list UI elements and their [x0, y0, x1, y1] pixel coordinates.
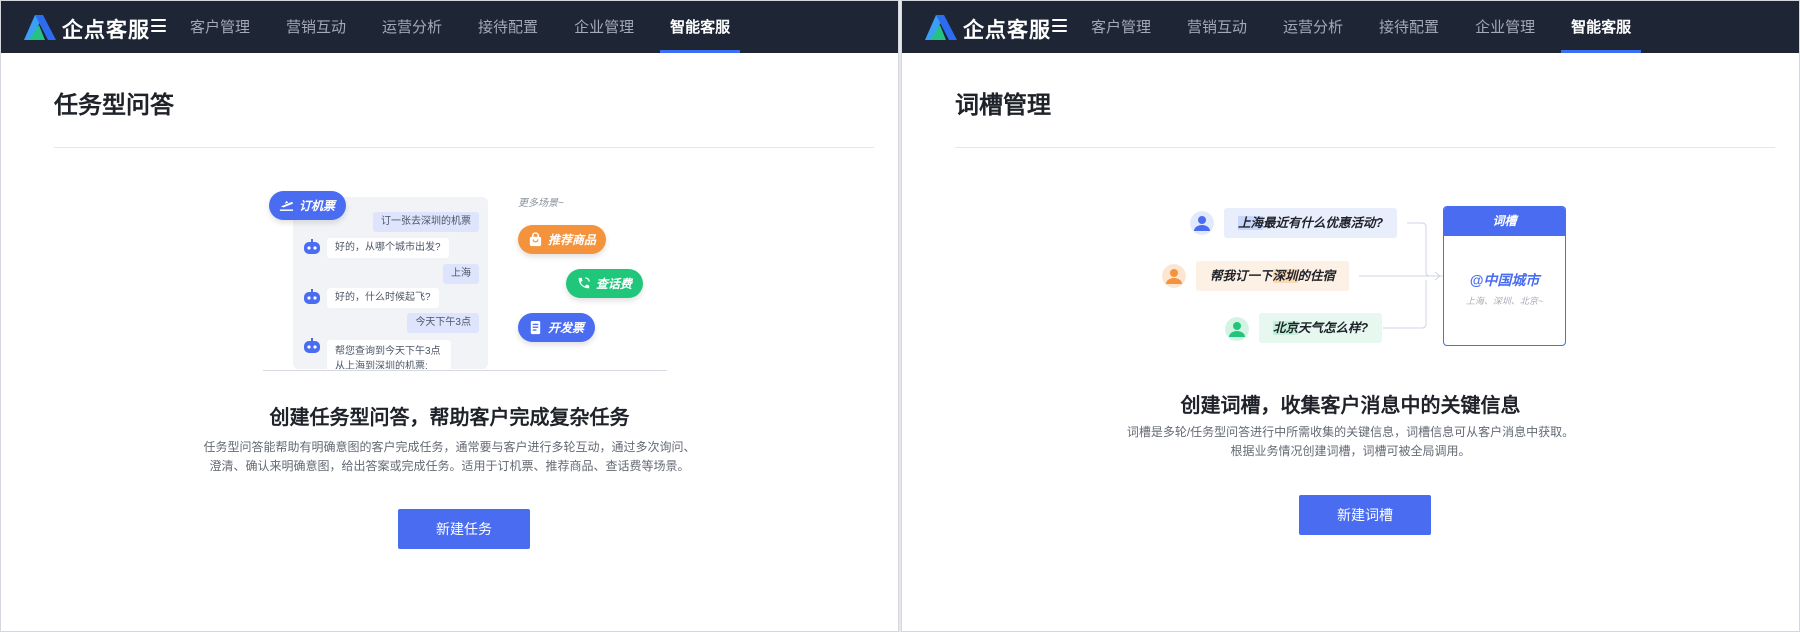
main-nav: 客户管理 营销互动 运营分析 接待配置 企业管理 智能客服 — [190, 1, 766, 53]
customer-avatar-icon — [1162, 264, 1186, 288]
robot-icon — [304, 289, 320, 304]
brand-name: 企点客服 — [62, 19, 150, 42]
user-bubble: 今天下午3点 — [407, 313, 479, 333]
question-text: 天气怎么样? — [1298, 321, 1369, 335]
bot-bubble: 好的，从哪个城市出发? — [327, 238, 449, 258]
question-text: 帮我订一下 — [1210, 269, 1273, 283]
more-scenes-label: 更多场景~ — [518, 198, 564, 209]
feature-description: 任务型问答能帮助有明确意图的客户完成任务，通常要与客户进行多轮互动，通过多次询问… — [1, 438, 898, 476]
invoice-icon — [530, 320, 541, 335]
description-line: 澄清、确认来明确意图，给出答案或完成任务。适用于订机票、推荐商品、查话费等场景。 — [209, 459, 690, 473]
question-bubble: 上海最近有什么优惠活动? — [1224, 208, 1398, 238]
question-bubble: 北京天气怎么样? — [1259, 313, 1383, 343]
user-bubble: 上海 — [443, 264, 479, 284]
customer-avatar-icon — [1190, 211, 1214, 235]
screenshot-stage: 企点客服 客户管理 营销互动 运营分析 接待配置 企业管理 智能客服 任务型问答… — [0, 0, 1800, 632]
nav-enterprise-management[interactable]: 企业管理 — [574, 1, 634, 53]
recommend-product-label: 推荐商品 — [548, 233, 597, 247]
book-flight-label: 订机票 — [299, 199, 336, 213]
slot-management-window: 企点客服 客户管理 营销互动 运营分析 接待配置 企业管理 智能客服 词槽管理 … — [901, 0, 1800, 632]
nav-operations-analysis[interactable]: 运营分析 — [382, 1, 442, 53]
slot-name: @中国城市 — [1469, 272, 1540, 288]
customer-avatar-icon — [1225, 317, 1249, 341]
page-title: 任务型问答 — [54, 92, 174, 119]
illustration-baseline — [263, 370, 667, 371]
title-divider — [54, 147, 874, 148]
slot-highlight: 上海 — [1238, 216, 1264, 230]
issue-invoice-pill: 开发票 — [518, 313, 595, 342]
feature-headline: 创建任务型问答，帮助客户完成复杂任务 — [269, 407, 630, 429]
phone-icon — [578, 277, 590, 289]
airplane-icon — [279, 200, 294, 211]
robot-icon — [304, 239, 320, 254]
question-text: 的住宿 — [1297, 269, 1336, 283]
recommend-product-pill: 推荐商品 — [518, 225, 606, 254]
book-flight-pill: 订机票 — [269, 191, 346, 220]
question-bubble: 帮我订一下深圳的住宿 — [1196, 261, 1350, 291]
brand-logo-icon — [24, 15, 56, 40]
user-bubble: 订一张去深圳的机票 — [373, 212, 479, 232]
task-qa-window: 企点客服 客户管理 营销互动 运营分析 接待配置 企业管理 智能客服 任务型问答… — [0, 0, 899, 632]
nav-customer-management[interactable]: 客户管理 — [190, 1, 250, 53]
shopping-bag-icon — [529, 232, 542, 247]
question-text: 最近有什么优惠活动? — [1263, 216, 1384, 230]
menu-icon[interactable] — [151, 19, 166, 32]
issue-invoice-label: 开发票 — [548, 321, 585, 335]
slot-highlight: 北京 — [1273, 321, 1299, 335]
new-slot-button[interactable]: 新建词槽 — [1299, 495, 1431, 535]
chat-illustration: 订一张去深圳的机票 好的，从哪个城市出发? 上海 好的，什么时候起飞? 今天下午… — [293, 197, 488, 369]
new-task-button[interactable]: 新建任务 — [398, 509, 530, 549]
description-line: 任务型问答能帮助有明确意图的客户完成任务，通常要与客户进行多轮互动，通过多次询问… — [203, 440, 696, 454]
top-navbar: 企点客服 客户管理 营销互动 运营分析 接待配置 企业管理 智能客服 — [1, 1, 898, 53]
check-bill-pill: 查话费 — [566, 269, 643, 298]
feature-description: 词槽是多轮/任务型问答进行中所需收集的关键信息，词槽信息可从客户消息中获取。 根… — [902, 423, 1799, 461]
robot-icon — [304, 338, 320, 353]
nav-reception-config[interactable]: 接待配置 — [478, 1, 538, 53]
description-line: 根据业务情况创建词槽，词槽可被全局调用。 — [1230, 444, 1471, 458]
nav-marketing[interactable]: 营销互动 — [286, 1, 346, 53]
slot-card: 词槽 @中国城市 上海、深圳、北京~ — [1443, 206, 1566, 346]
slot-card-header: 词槽 — [1444, 207, 1565, 236]
bot-bubble: 帮您查询到今天下午3点从上海到深圳的机票: — [327, 340, 451, 369]
feature-headline: 创建词槽，收集客户消息中的关键信息 — [1180, 395, 1521, 417]
bot-bubble: 好的，什么时候起飞? — [327, 288, 439, 308]
slot-highlight: 深圳 — [1272, 269, 1298, 283]
description-line: 词槽是多轮/任务型问答进行中所需收集的关键信息，词槽信息可从客户消息中获取。 — [1126, 425, 1575, 439]
check-bill-label: 查话费 — [596, 277, 633, 291]
nav-smart-service[interactable]: 智能客服 — [660, 1, 741, 53]
slot-values: 上海、深圳、北京~ — [1465, 296, 1544, 306]
